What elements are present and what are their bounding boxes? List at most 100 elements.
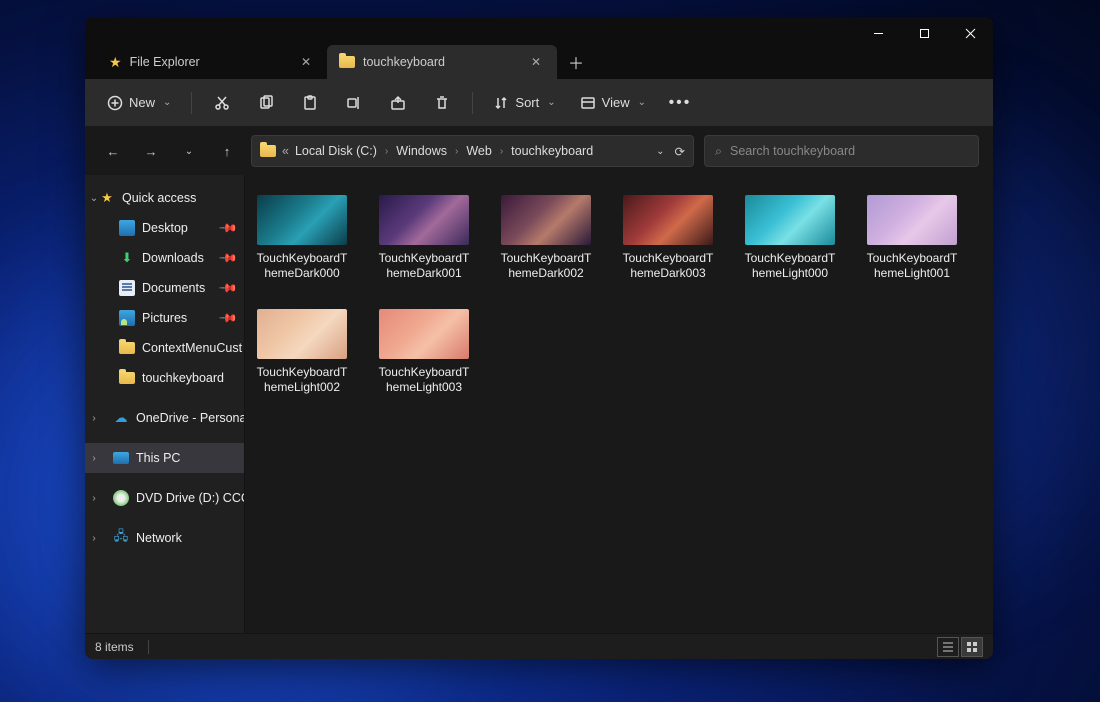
sidebar-item-label: OneDrive - Personal [136, 411, 245, 425]
file-name: TouchKeyboardThemeLight001 [865, 251, 959, 281]
cut-button[interactable] [202, 86, 242, 120]
folder-icon [260, 145, 276, 157]
search-box[interactable]: ⌕ Search touchkeyboard [704, 135, 979, 167]
sidebar-item-contextmenucust[interactable]: ContextMenuCust [85, 333, 244, 363]
sidebar-item-downloads[interactable]: ⬇Downloads📌 [85, 243, 244, 273]
file-item[interactable]: TouchKeyboardThemeDark002 [499, 195, 593, 281]
breadcrumb[interactable]: Web [466, 144, 491, 158]
navigation-pane: ⌄ ★ Quick access Desktop 📌 ⬇Downloads📌 Do… [85, 175, 245, 633]
breadcrumb[interactable]: Local Disk (C:) [295, 144, 377, 158]
close-icon[interactable]: ✕ [297, 53, 315, 71]
search-icon: ⌕ [715, 144, 722, 159]
sidebar-item-label: ContextMenuCust [142, 341, 242, 355]
thumbnail [867, 195, 957, 245]
breadcrumb[interactable]: Windows [396, 144, 447, 158]
pin-icon: 📌 [218, 308, 238, 328]
body: ⌄ ★ Quick access Desktop 📌 ⬇Downloads📌 Do… [85, 175, 993, 633]
file-list[interactable]: TouchKeyboardThemeDark000 TouchKeyboardT… [245, 175, 993, 633]
address-bar[interactable]: « Local Disk (C:) › Windows › Web › touc… [251, 135, 694, 167]
folder-icon [339, 56, 355, 68]
chevron-down-icon: ⌄ [638, 97, 646, 108]
share-button[interactable] [378, 86, 418, 120]
back-button[interactable]: ← [99, 137, 127, 165]
tab-touchkeyboard[interactable]: touchkeyboard ✕ [327, 45, 557, 79]
sidebar-item-label: Network [136, 531, 182, 545]
pin-icon: 📌 [218, 218, 238, 238]
sidebar-item-label: Desktop [142, 221, 188, 235]
file-item[interactable]: TouchKeyboardThemeDark001 [377, 195, 471, 281]
chevron-right-icon[interactable]: › [87, 493, 101, 504]
pictures-icon [119, 310, 135, 326]
sidebar-item-desktop[interactable]: Desktop 📌 [85, 213, 244, 243]
tab-file-explorer[interactable]: ★ File Explorer ✕ [97, 45, 327, 79]
chevron-down-icon: ⌄ [547, 97, 555, 108]
titlebar: ★ File Explorer ✕ touchkeyboard ✕ ＋ [85, 17, 993, 79]
file-item[interactable]: TouchKeyboardThemeDark003 [621, 195, 715, 281]
close-window-button[interactable] [947, 17, 993, 49]
pin-icon: 📌 [218, 248, 238, 268]
network-icon: 🖧 [113, 530, 129, 546]
chevron-down-icon[interactable]: ⌄ [656, 146, 664, 157]
thumbnail [745, 195, 835, 245]
recent-locations-button[interactable]: ⌄ [175, 137, 203, 165]
thumbnails-view-button[interactable] [961, 637, 983, 657]
sidebar-item-dvd[interactable]: › DVD Drive (D:) CCCO [85, 483, 244, 513]
paste-button[interactable] [290, 86, 330, 120]
file-item[interactable]: TouchKeyboardThemeDark000 [255, 195, 349, 281]
delete-button[interactable] [422, 86, 462, 120]
refresh-button[interactable]: ⟳ [675, 144, 685, 159]
window-controls [855, 17, 993, 49]
more-options-button[interactable]: ••• [660, 86, 700, 120]
thumbnail [257, 195, 347, 245]
chevron-left-collapse-icon: « [282, 144, 289, 158]
sidebar-item-touchkeyboard[interactable]: touchkeyboard [85, 363, 244, 393]
sidebar-item-label: touchkeyboard [142, 371, 224, 385]
chevron-right-icon[interactable]: › [87, 413, 101, 424]
file-item[interactable]: TouchKeyboardThemeLight000 [743, 195, 837, 281]
view-button[interactable]: View ⌄ [570, 86, 656, 120]
sidebar-item-network[interactable]: › 🖧 Network [85, 523, 244, 553]
copy-button[interactable] [246, 86, 286, 120]
forward-button[interactable]: → [137, 137, 165, 165]
cloud-icon: ☁ [113, 410, 129, 426]
chevron-right-icon[interactable]: › [87, 533, 101, 544]
thumbnail [257, 309, 347, 359]
breadcrumb[interactable]: touchkeyboard [511, 144, 593, 158]
sidebar-item-documents[interactable]: Documents📌 [85, 273, 244, 303]
new-button[interactable]: New ⌄ [97, 86, 181, 120]
tab-label: touchkeyboard [363, 55, 445, 69]
file-name: TouchKeyboardThemeDark003 [621, 251, 715, 281]
details-view-button[interactable] [937, 637, 959, 657]
folder-icon [119, 342, 135, 354]
chevron-right-icon[interactable]: › [87, 453, 101, 464]
tab-strip: ★ File Explorer ✕ touchkeyboard ✕ ＋ [85, 17, 855, 79]
file-item[interactable]: TouchKeyboardThemeLight002 [255, 309, 349, 395]
close-icon[interactable]: ✕ [527, 53, 545, 71]
sort-button[interactable]: Sort ⌄ [483, 86, 565, 120]
maximize-button[interactable] [901, 17, 947, 49]
rename-button[interactable] [334, 86, 374, 120]
minimize-button[interactable] [855, 17, 901, 49]
file-name: TouchKeyboardThemeLight000 [743, 251, 837, 281]
star-icon: ★ [109, 54, 122, 71]
document-icon [119, 280, 135, 296]
file-item[interactable]: TouchKeyboardThemeLight003 [377, 309, 471, 395]
chevron-down-icon[interactable]: ⌄ [87, 193, 101, 204]
file-item[interactable]: TouchKeyboardThemeLight001 [865, 195, 959, 281]
pc-icon [113, 452, 129, 464]
sidebar-item-this-pc[interactable]: ›This PC [85, 443, 244, 473]
new-tab-button[interactable]: ＋ [561, 47, 591, 77]
star-icon: ★ [99, 190, 115, 206]
chevron-right-icon: › [383, 146, 390, 157]
sidebar-item-label: DVD Drive (D:) CCCO [136, 491, 245, 505]
new-label: New [129, 95, 155, 110]
file-explorer-window: ★ File Explorer ✕ touchkeyboard ✕ ＋ New … [85, 17, 993, 659]
sidebar-item-onedrive[interactable]: › ☁ OneDrive - Personal [85, 403, 244, 433]
up-button[interactable]: ↑ [213, 137, 241, 165]
search-placeholder: Search touchkeyboard [730, 144, 855, 158]
divider [472, 92, 473, 114]
sidebar-quick-access[interactable]: ⌄ ★ Quick access [85, 183, 244, 213]
pin-icon: 📌 [218, 278, 238, 298]
sidebar-item-pictures[interactable]: Pictures📌 [85, 303, 244, 333]
sidebar-item-label: Quick access [122, 191, 196, 205]
